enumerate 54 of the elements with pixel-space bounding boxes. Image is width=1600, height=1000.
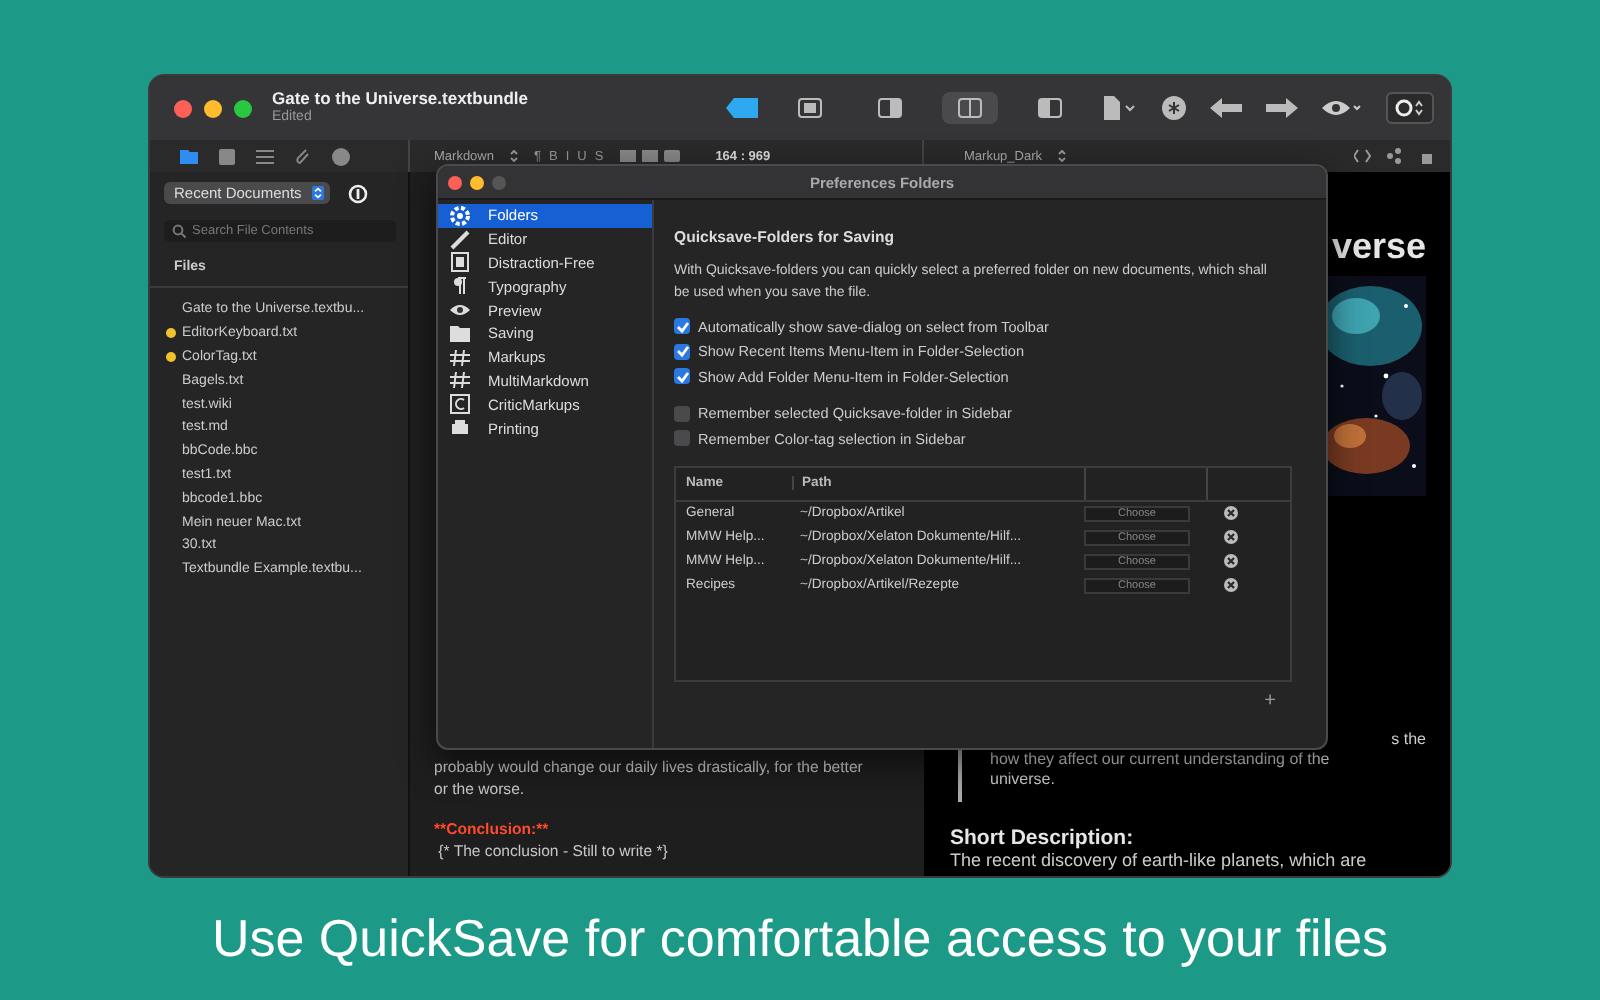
panel-layout-icon: [1038, 98, 1062, 118]
caption: Use QuickSave for comfortable access to your files: [211, 908, 1389, 970]
quote-line: s the: [1391, 730, 1426, 750]
checkbox[interactable]: [674, 343, 690, 360]
theme-stepper[interactable]: [1386, 92, 1434, 124]
list-icon[interactable]: [256, 147, 274, 165]
printer-icon: [448, 418, 472, 439]
paperclip-icon[interactable]: [294, 147, 312, 165]
panel-layout-icon: [878, 98, 902, 118]
panel-layout-icon: [958, 98, 982, 118]
layout-button[interactable]: [942, 92, 998, 124]
panel-layout-icon: [798, 98, 822, 118]
checkbox[interactable]: [674, 368, 690, 385]
insert-icons-drawing[interactable]: [619, 148, 680, 164]
stepper-icon[interactable]: [1058, 150, 1067, 162]
forward-arrow-icon[interactable]: [1266, 98, 1298, 118]
gear-icon: [448, 205, 472, 226]
stepper-icon: [311, 186, 324, 200]
eye-icon[interactable]: [1322, 98, 1362, 118]
remove-icon[interactable]: [1224, 530, 1238, 544]
remove-icon[interactable]: [1224, 578, 1238, 592]
remove-icon[interactable]: [1224, 506, 1238, 520]
circle-stepper-icon: [1394, 98, 1426, 118]
checkbox[interactable]: [674, 318, 690, 335]
document-menu-icon[interactable]: [1102, 96, 1138, 120]
checkbox[interactable]: [674, 405, 690, 422]
zoom-button[interactable]: [234, 99, 252, 117]
remove-icon[interactable]: [1224, 554, 1238, 568]
eye-icon: [448, 300, 472, 321]
preview-paragraph: The recent discovery of earth-like planets, which are: [950, 850, 1369, 870]
preview-heading: Short Description:: [950, 826, 1136, 850]
preview-title: verse: [1331, 226, 1426, 266]
minimize-button[interactable]: [204, 99, 222, 117]
asterisk-icon[interactable]: [1162, 96, 1186, 120]
window-title: Gate to the Universe.textbundle: [272, 90, 530, 109]
quote-line: universe.: [990, 770, 1057, 790]
pencil-icon: [448, 229, 472, 250]
back-arrow-icon[interactable]: [1210, 98, 1242, 118]
square-icon: [448, 252, 472, 273]
folder-icon: [448, 323, 472, 344]
minimize-button[interactable]: [470, 175, 484, 189]
hash-icon: [448, 347, 472, 368]
checkbox[interactable]: [674, 430, 690, 447]
pilcrow-icon: [448, 276, 472, 297]
quote-line: how they affect our current understanding of the: [990, 750, 1332, 770]
stepper-icon[interactable]: [509, 150, 518, 162]
folder-icon[interactable]: [180, 147, 198, 165]
add-button[interactable]: +: [1252, 689, 1288, 711]
close-button[interactable]: [174, 99, 192, 117]
preview-tools-drawing[interactable]: [1354, 148, 1434, 164]
search-icon: [172, 224, 186, 238]
close-button[interactable]: [448, 175, 462, 189]
hash-icon: [448, 370, 472, 391]
circled-c-icon: [448, 394, 472, 415]
